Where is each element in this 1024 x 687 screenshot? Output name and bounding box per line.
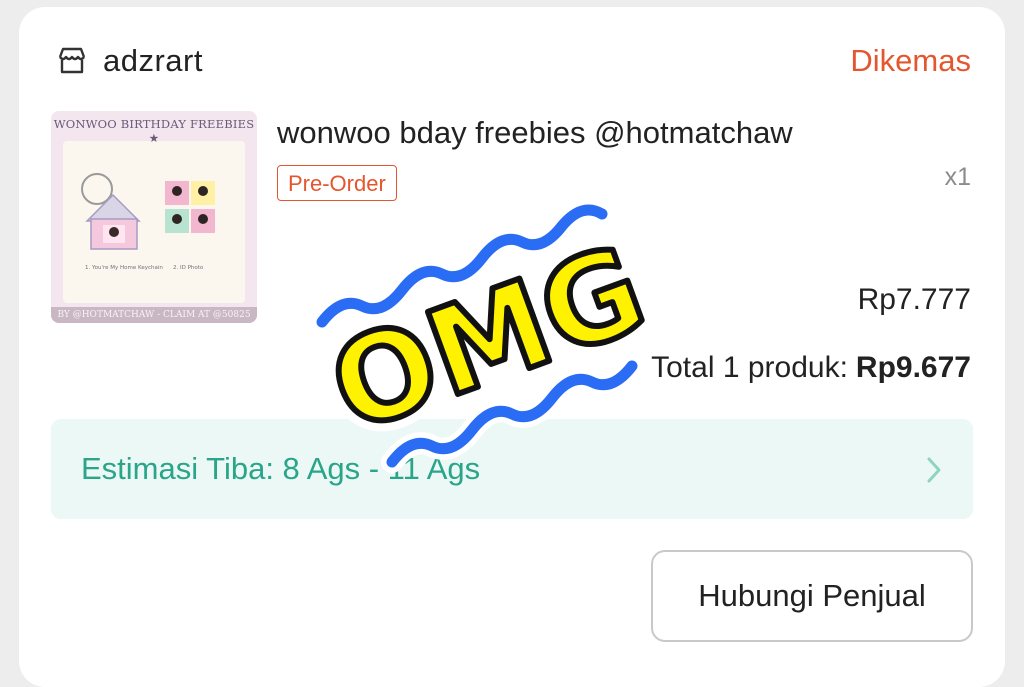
total-label: Total 1 produk: <box>651 351 848 384</box>
chevron-right-icon <box>925 455 943 485</box>
delivery-estimate-text: Estimasi Tiba: 8 Ags - 11 Ags <box>81 451 481 486</box>
product-thumbnail[interactable]: 1. You're My Home Keychain 2. ID Photo W… <box>51 111 257 323</box>
shop-name[interactable]: adzrart <box>103 43 203 79</box>
order-card[interactable]: adzrart Dikemas 1. You're My Home Keycha… <box>19 7 1005 687</box>
thumbnail-footer: BY @HOTMATCHAW - CLAIM AT @50825 <box>57 310 251 320</box>
contact-seller-button[interactable]: Hubungi Penjual <box>651 550 973 642</box>
thumbnail-caption-1: 1. You're My Home Keychain <box>85 265 163 271</box>
delivery-estimate[interactable]: Estimasi Tiba: 8 Ags - 11 Ags <box>51 419 973 519</box>
thumbnail-title: WONWOO BIRTHDAY FREEBIES ★ <box>53 117 255 145</box>
store-icon <box>55 44 89 78</box>
order-total: Total 1 produk: Rp9.677 <box>651 351 971 385</box>
total-value: Rp9.677 <box>855 351 971 384</box>
product-name[interactable]: wonwoo bday freebies @hotmatchaw <box>277 115 793 151</box>
shop-header[interactable]: adzrart <box>55 41 203 81</box>
thumbnail-caption-2: 2. ID Photo <box>173 265 204 271</box>
preorder-badge: Pre-Order <box>277 165 397 201</box>
product-quantity: x1 <box>944 163 971 191</box>
product-price: Rp7.777 <box>857 283 971 316</box>
order-status: Dikemas <box>850 43 971 78</box>
